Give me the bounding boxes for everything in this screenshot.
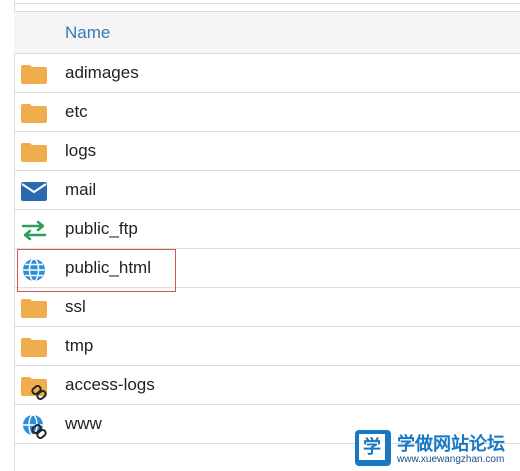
folder-icon (20, 141, 48, 163)
row-label[interactable]: ssl (65, 297, 86, 317)
table-row[interactable]: etc (14, 93, 520, 132)
row-label[interactable]: www (65, 414, 102, 434)
transfer-arrows-icon (20, 219, 48, 241)
watermark-logo-box: 学 (355, 430, 391, 466)
row-label[interactable]: public_ftp (65, 219, 138, 239)
watermark-logo-char: 学 (359, 434, 385, 460)
row-label[interactable]: public_html (65, 258, 151, 278)
folder-icon (20, 102, 48, 124)
folder-icon (20, 297, 48, 319)
table-row[interactable]: public_html (14, 249, 520, 288)
name-column-header[interactable]: Name (65, 23, 110, 43)
row-label[interactable]: tmp (65, 336, 93, 356)
row-label[interactable]: logs (65, 141, 96, 161)
table-row[interactable]: logs (14, 132, 520, 171)
watermark-url: www.xuewangzhan.com (397, 454, 505, 465)
watermark-logo: 学 学做网站论坛 www.xuewangzhan.com (355, 430, 520, 471)
row-label[interactable]: etc (65, 102, 88, 122)
table-row[interactable]: mail (14, 171, 520, 210)
globe-link-icon (20, 414, 48, 439)
globe-icon (20, 258, 48, 282)
watermark-title: 学做网站论坛 (397, 434, 505, 454)
folder-icon (20, 63, 48, 85)
table-row[interactable]: public_ftp (14, 210, 520, 249)
file-list: adimages etc logs mail public_ftp public… (14, 54, 520, 444)
table-row[interactable]: adimages (14, 54, 520, 93)
row-label[interactable]: adimages (65, 63, 139, 83)
row-label[interactable]: mail (65, 180, 96, 200)
row-label[interactable]: access-logs (65, 375, 155, 395)
table-row[interactable]: access-logs (14, 366, 520, 405)
envelope-icon (20, 180, 48, 202)
table-row[interactable]: ssl (14, 288, 520, 327)
table-header: Name (14, 11, 520, 54)
table-row[interactable]: tmp (14, 327, 520, 366)
folder-link-icon (20, 375, 48, 400)
folder-icon (20, 336, 48, 358)
